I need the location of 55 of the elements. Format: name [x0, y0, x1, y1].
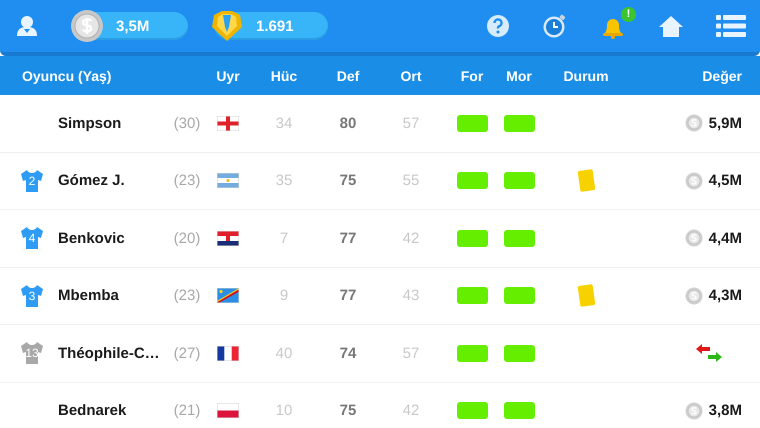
- jersey-number: 2: [28, 174, 36, 187]
- money-amount: 3,5M: [116, 18, 150, 34]
- stat-value: 74: [340, 344, 356, 362]
- column-header[interactable]: Ort: [400, 68, 422, 84]
- jersey-drawing: [20, 284, 44, 308]
- player-age: (23): [174, 172, 200, 190]
- column-header[interactable]: Değer: [702, 68, 742, 84]
- player-value: 4,4M: [708, 230, 742, 247]
- jersey-number: 13: [25, 347, 39, 360]
- coin-icon: [684, 172, 703, 190]
- player-age: (27): [174, 344, 200, 362]
- column-header[interactable]: Durum: [563, 68, 609, 84]
- player-age: (23): [174, 287, 200, 304]
- jersey-number: 3: [28, 290, 36, 302]
- jersey-number: 4: [28, 232, 36, 244]
- player-name[interactable]: Benkovic: [58, 230, 125, 247]
- stat-value: 77: [340, 287, 356, 304]
- coin-icon: [684, 402, 703, 420]
- coin-icon: [684, 229, 703, 248]
- jersey-drawing: [20, 168, 44, 193]
- player-value: 4,3M: [708, 287, 742, 304]
- coin-icon: [684, 114, 703, 132]
- player-value: 3,8M: [708, 402, 742, 420]
- player-name[interactable]: Théophile-C…: [58, 344, 160, 362]
- stat-value: 75: [340, 402, 356, 420]
- player-value: 4,5M: [708, 172, 742, 190]
- player-name[interactable]: Mbemba: [58, 287, 119, 304]
- shield-icon: [210, 9, 244, 43]
- stat-value: 75: [340, 172, 356, 190]
- menu-icon[interactable]: [716, 15, 746, 37]
- player-age: (30): [174, 114, 200, 132]
- home-icon[interactable]: [658, 14, 684, 38]
- help-icon[interactable]: [486, 14, 510, 38]
- player-age: (21): [174, 402, 200, 420]
- token-amount: 1.691: [256, 18, 294, 34]
- coin-icon: [684, 286, 703, 305]
- player-name[interactable]: Bednarek: [58, 402, 126, 420]
- player-name[interactable]: Simpson: [58, 114, 122, 132]
- coin-icon: [70, 9, 104, 43]
- column-header[interactable]: Mor: [506, 68, 532, 84]
- player-value: 5,9M: [708, 114, 742, 132]
- player-name[interactable]: Gómez J.: [58, 172, 125, 190]
- jersey-drawing: [20, 226, 44, 250]
- jersey-drawing: [20, 341, 44, 366]
- notification-badge: !: [621, 7, 636, 22]
- column-header[interactable]: Def: [336, 68, 360, 84]
- profile-icon[interactable]: [16, 15, 38, 37]
- column-header[interactable]: For: [460, 68, 484, 84]
- stat-value: 77: [340, 230, 356, 247]
- stat-value: 80: [340, 114, 356, 132]
- column-header[interactable]: Uyr: [216, 68, 240, 84]
- player-age: (20): [174, 230, 200, 247]
- column-header[interactable]: Oyuncu (Yaş): [0, 68, 112, 84]
- column-header[interactable]: Hüc: [270, 68, 298, 84]
- stopwatch-icon[interactable]: [542, 13, 568, 39]
